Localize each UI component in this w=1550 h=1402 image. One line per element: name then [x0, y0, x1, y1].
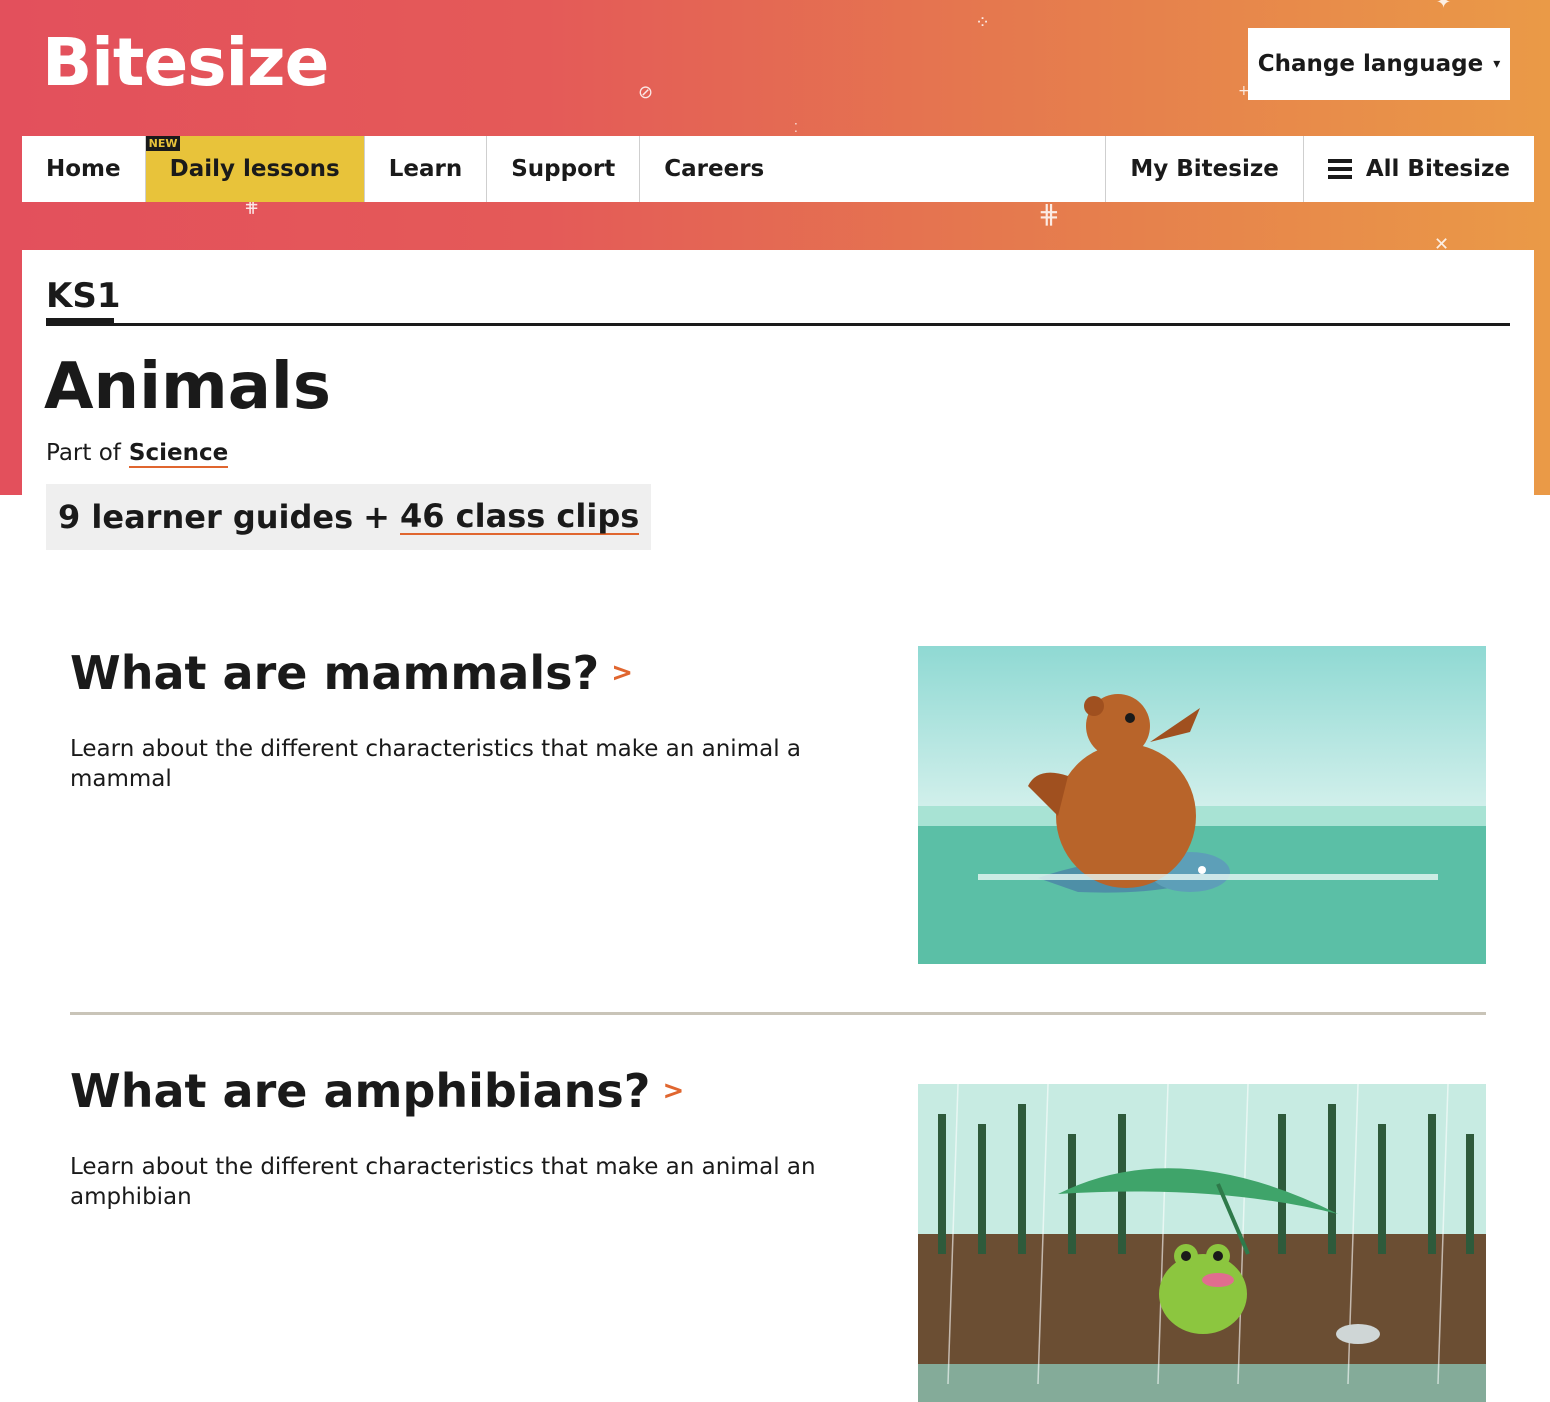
guide-title-text: What are amphibians? — [70, 1064, 651, 1118]
chevron-right-icon: > — [611, 658, 633, 688]
guide-card[interactable]: What are mammals? > Learn about the diff… — [70, 646, 1488, 964]
part-of-label: Part of — [46, 440, 121, 466]
tab-rule — [46, 323, 1510, 326]
bitesize-logo[interactable]: Bitesize — [42, 24, 329, 101]
dots-icon: ⁚ — [794, 121, 798, 135]
star-icon: ✦ — [1436, 0, 1452, 13]
menu-icon — [1327, 159, 1352, 179]
nav-item-label: Home — [46, 156, 121, 182]
nav-item-label: Learn — [388, 156, 463, 182]
nav-item-learn[interactable]: Learn — [363, 136, 488, 202]
nav-item-label: Daily lessons — [169, 156, 340, 182]
page-title: Animals — [44, 350, 331, 424]
nav-item-my-bitesize[interactable]: My Bitesize — [1106, 136, 1304, 202]
section-divider — [70, 1012, 1486, 1015]
science-link[interactable]: Science — [128, 440, 229, 468]
learner-guides-count: 9 learner guides — [58, 498, 354, 536]
sparkle-icon: ⁘ — [975, 12, 991, 33]
content-counts: 9 learner guides + 46 class clips — [46, 484, 652, 550]
new-badge: NEW — [145, 136, 181, 151]
nav-item-careers[interactable]: Careers — [640, 136, 788, 202]
content-card: KS1 Animals Part of Science 9 learner gui… — [22, 250, 1534, 1402]
frog-rain-illustration — [918, 1084, 1486, 1402]
grid-icon: ⋕ — [1038, 200, 1060, 230]
nav-item-label: Support — [511, 156, 616, 182]
change-language-button[interactable]: Change language ▾ — [1248, 28, 1510, 100]
nav-spacer — [788, 136, 1107, 202]
nav-item-label: Careers — [664, 156, 765, 182]
guide-card[interactable]: What are amphibians? > Learn about the d… — [70, 1064, 1488, 1402]
nav-item-daily-lessons[interactable]: NEW Daily lessons — [145, 136, 364, 202]
nav-item-all-bitesize[interactable]: All Bitesize — [1304, 136, 1534, 202]
bandage-icon: ⊘ — [638, 82, 654, 103]
nav-item-support[interactable]: Support — [487, 136, 641, 202]
guide-description: Learn about the different characteristic… — [70, 1154, 816, 1210]
chevron-down-icon: ▾ — [1493, 56, 1501, 72]
bear-dolphin-illustration — [918, 646, 1486, 964]
chevron-right-icon: > — [662, 1076, 685, 1106]
bear-dolphin-image[interactable] — [918, 646, 1486, 964]
change-language-label: Change language — [1257, 51, 1484, 77]
tab-ks1[interactable]: KS1 — [46, 276, 121, 316]
part-of: Part of Science — [46, 440, 229, 468]
nav-item-label: My Bitesize — [1130, 156, 1279, 182]
guide-title-text: What are mammals? — [70, 646, 600, 700]
nav-item-label: All Bitesize — [1365, 156, 1510, 182]
main-nav: Home NEW Daily lessons Learn Support Car… — [22, 136, 1534, 202]
nav-item-home[interactable]: Home — [22, 136, 146, 202]
frog-rain-image[interactable] — [918, 1084, 1486, 1402]
plus-separator: + — [363, 498, 390, 536]
class-clips-link[interactable]: 46 class clips — [399, 499, 640, 535]
guide-description: Learn about the different characteristic… — [70, 736, 801, 792]
